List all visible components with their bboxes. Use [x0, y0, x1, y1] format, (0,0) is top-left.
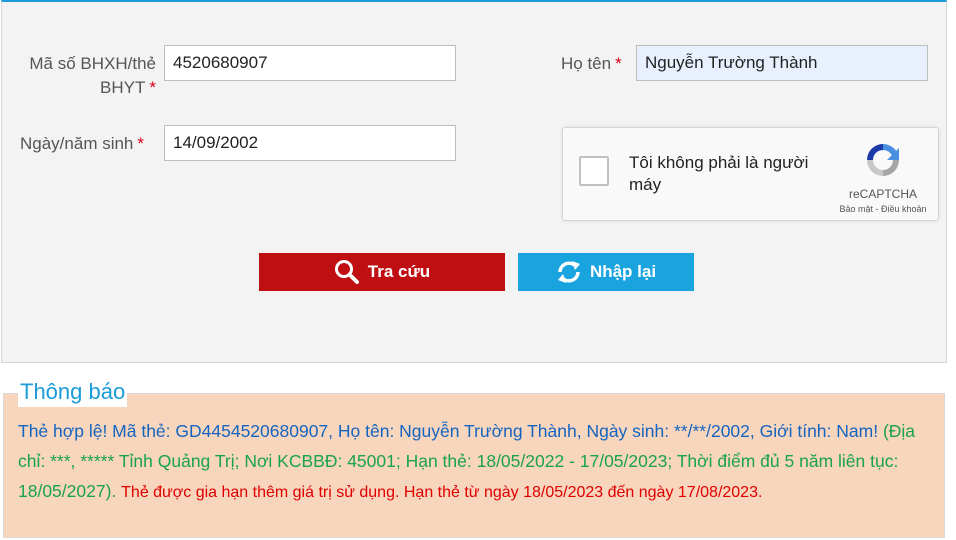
bhxh-input[interactable]	[164, 45, 456, 81]
dob-input[interactable]	[164, 125, 456, 161]
recaptcha-widget: Tôi không phải là người máy reCAPTCHA Bả…	[562, 127, 939, 221]
bhxh-label-line2: BHYT	[100, 78, 146, 97]
lookup-form-panel: Mã số BHXH/thẻ BHYT* Họ tên* Ngày/năm si…	[1, 0, 947, 363]
notice-valid-text: Thẻ hợp lệ! Mã thẻ: GD4454520680907, Họ …	[18, 421, 883, 441]
recaptcha-text-line1: Tôi không phải là người	[629, 153, 809, 172]
reset-button-label: Nhập lại	[589, 262, 657, 281]
reset-button[interactable]: Nhập lại	[518, 253, 694, 291]
required-mark: *	[149, 78, 156, 97]
recaptcha-links: Bảo mật - Điều khoản	[838, 204, 928, 214]
notice-title: Thông báo	[18, 377, 128, 407]
search-icon	[334, 260, 359, 284]
recaptcha-checkbox[interactable]	[579, 156, 609, 186]
name-input[interactable]	[636, 45, 928, 81]
recaptcha-brand: reCAPTCHA	[848, 187, 917, 201]
search-button[interactable]: Tra cứu	[259, 253, 505, 291]
bhxh-label-line1: Mã số BHXH/thẻ	[29, 54, 156, 73]
name-label-text: Họ tên	[561, 54, 612, 73]
recaptcha-link-separator: -	[872, 204, 881, 214]
recaptcha-text-line2: máy	[629, 175, 662, 194]
search-button-label: Tra cứu	[367, 262, 431, 281]
notice-box: Thẻ hợp lệ! Mã thẻ: GD4454520680907, Họ …	[3, 393, 945, 538]
recaptcha-icon	[867, 144, 899, 176]
refresh-icon	[557, 261, 580, 283]
bhxh-label: Mã số BHXH/thẻ BHYT *	[20, 52, 156, 100]
dob-label-text: Ngày/năm sinh	[20, 134, 134, 153]
name-label: Họ tên *	[561, 52, 622, 76]
recaptcha-terms-link[interactable]: Điều khoản	[881, 204, 927, 214]
required-mark: *	[137, 134, 145, 153]
required-mark: *	[615, 54, 622, 73]
recaptcha-text: Tôi không phải là người máy	[629, 152, 829, 196]
recaptcha-logo: reCAPTCHA Bảo mật - Điều khoản	[838, 140, 928, 214]
recaptcha-privacy-link[interactable]: Bảo mật	[839, 204, 873, 214]
notice-extension-text: Thẻ được gia hạn thêm giá trị sử dụng. H…	[121, 484, 763, 501]
dob-label: Ngày/năm sinh *	[20, 132, 144, 156]
